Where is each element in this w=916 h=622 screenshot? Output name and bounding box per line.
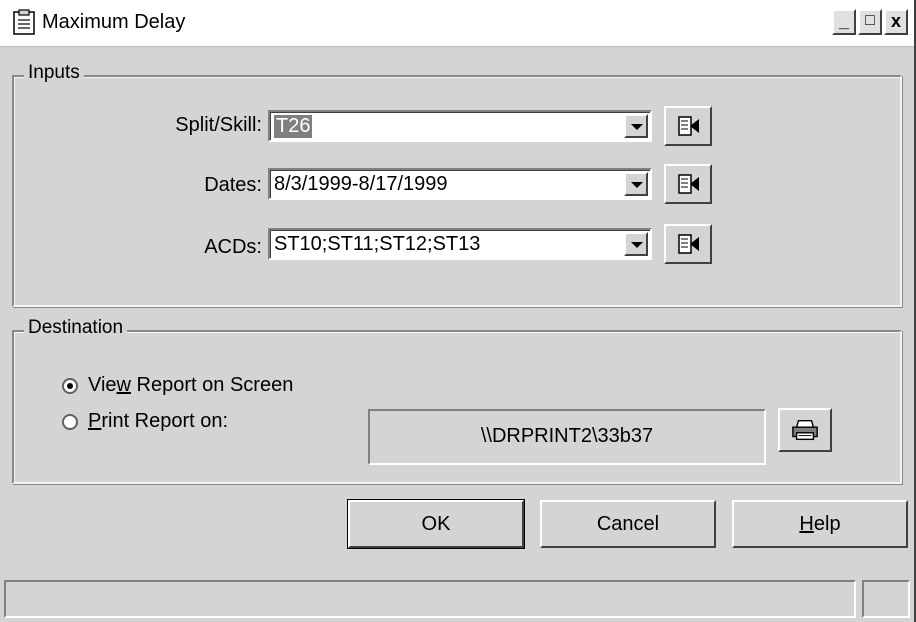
minimize-button[interactable]: _ [832,9,856,35]
chevron-down-icon[interactable] [624,114,648,138]
dialog-window: Maximum Delay _ □ x Inputs Split/Skill: … [0,0,916,622]
print-report-label: Print Report on: [88,410,229,432]
browse-list-icon [678,116,699,136]
dates-value: 8/3/1999-8/17/1999 [274,173,448,195]
dates-combo[interactable]: 8/3/1999-8/17/1999 [268,168,652,200]
acds-combo[interactable]: ST10;ST11;ST12;ST13 [268,228,652,260]
split-skill-label: Split/Skill: [175,114,262,136]
print-report-radio[interactable] [62,413,78,430]
select-printer-button[interactable] [778,408,832,452]
close-button[interactable]: x [884,9,908,35]
acds-value: ST10;ST11;ST12;ST13 [274,233,481,255]
acds-browse-button[interactable] [664,224,712,264]
split-skill-combo[interactable]: T26 [268,110,652,142]
printer-icon [792,419,818,441]
view-on-screen-label: View Report on Screen [88,374,294,396]
view-on-screen-radio[interactable] [62,377,78,394]
title-bar: Maximum Delay _ □ x [0,0,914,47]
dates-browse-button[interactable] [664,164,712,204]
browse-list-icon [678,174,699,194]
report-icon [13,9,35,35]
split-skill-value: T26 [274,115,313,138]
split-skill-browse-button[interactable] [664,106,712,146]
help-button[interactable]: Help [732,500,908,548]
status-pane-main [4,580,856,618]
window-title: Maximum Delay [42,11,186,33]
destination-group-label: Destination [24,317,128,339]
inputs-group-label: Inputs [24,62,84,84]
print-report-option[interactable]: Print Report on: [62,410,228,433]
printer-name-field: \\DRPRINT2\33b37 [368,409,766,465]
chevron-down-icon[interactable] [624,172,648,196]
status-bar [0,576,914,622]
status-pane-secondary [862,580,910,618]
ok-button[interactable]: OK [347,499,525,549]
view-on-screen-option[interactable]: View Report on Screen [62,374,293,397]
maximize-button[interactable]: □ [858,9,882,35]
cancel-button[interactable]: Cancel [540,500,716,548]
chevron-down-icon[interactable] [624,232,648,256]
acds-label: ACDs: [204,236,262,258]
dates-label: Dates: [204,174,262,196]
browse-list-icon [678,234,699,254]
printer-name: \\DRPRINT2\33b37 [480,425,654,447]
